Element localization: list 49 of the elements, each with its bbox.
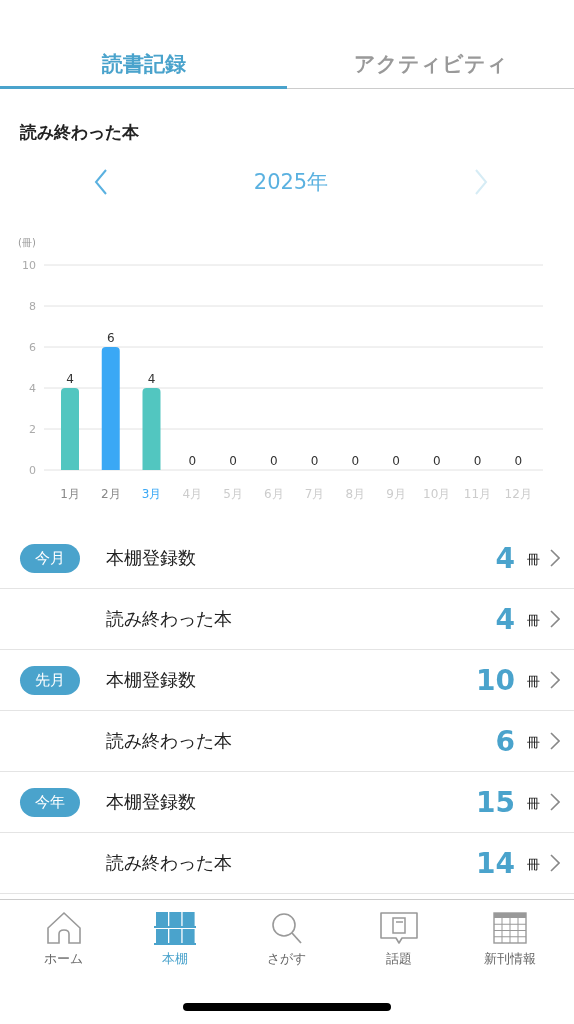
unit-label: 冊 — [527, 612, 540, 630]
y-tick-label: 4 — [29, 382, 36, 395]
stat-label: 本棚登録数 — [106, 790, 197, 814]
tab-bar-item[interactable]: ホーム — [8, 900, 120, 969]
stat-value: 10 — [476, 663, 515, 697]
stat-label: 読み終わった本 — [106, 729, 233, 753]
tab-bar-item[interactable]: 新刊情報 — [454, 900, 566, 969]
stat-value: 4 — [495, 541, 515, 575]
month-label: 1月 — [60, 487, 80, 501]
value-label: 0 — [432, 454, 441, 468]
stat-value: 4 — [495, 602, 515, 636]
axis-unit-label: (冊) — [18, 237, 36, 248]
y-tick-label: 0 — [29, 464, 36, 477]
y-tick-label: 10 — [22, 259, 36, 272]
value-label: 0 — [392, 454, 400, 468]
y-tick-label: 2 — [29, 423, 36, 436]
month-label: 3月 — [141, 487, 162, 501]
period-badge: 今月 — [20, 543, 80, 573]
value-label: 0 — [351, 454, 360, 468]
unit-label: 冊 — [527, 734, 540, 752]
tab-bar-item[interactable]: さがす — [231, 900, 343, 969]
year-label: 2025年 — [253, 169, 329, 196]
value-label: 0 — [473, 454, 482, 468]
stat-value: 6 — [495, 724, 515, 758]
y-tick-label: 6 — [29, 341, 36, 354]
value-label: 0 — [310, 454, 319, 468]
stat-label: 本棚登録数 — [106, 668, 197, 692]
value-label: 0 — [188, 454, 197, 468]
stat-label: 本棚登録数 — [106, 546, 197, 570]
tab-bar-item[interactable]: 話題 — [342, 900, 455, 969]
value-label: 0 — [229, 454, 237, 468]
value-label: 6 — [106, 331, 115, 345]
stat-label: 読み終わった本 — [106, 851, 233, 875]
period-badge: 先月 — [20, 665, 80, 695]
value-label: 0 — [514, 454, 523, 468]
value-label: 0 — [269, 454, 278, 468]
unit-label: 冊 — [527, 673, 540, 691]
value-label: 4 — [147, 372, 156, 386]
stat-value: 15 — [476, 785, 515, 819]
unit-label: 冊 — [527, 856, 540, 874]
unit-label: 冊 — [527, 795, 540, 813]
month-label: 2月 — [100, 487, 121, 501]
stat-label: 読み終わった本 — [106, 607, 233, 631]
section-title: 読み終わった本 — [20, 121, 140, 144]
y-tick-label: 8 — [29, 300, 36, 313]
period-badge: 今年 — [20, 787, 80, 817]
unit-label: 冊 — [527, 551, 540, 569]
value-label: 4 — [66, 372, 74, 386]
stat-value: 14 — [476, 846, 515, 880]
